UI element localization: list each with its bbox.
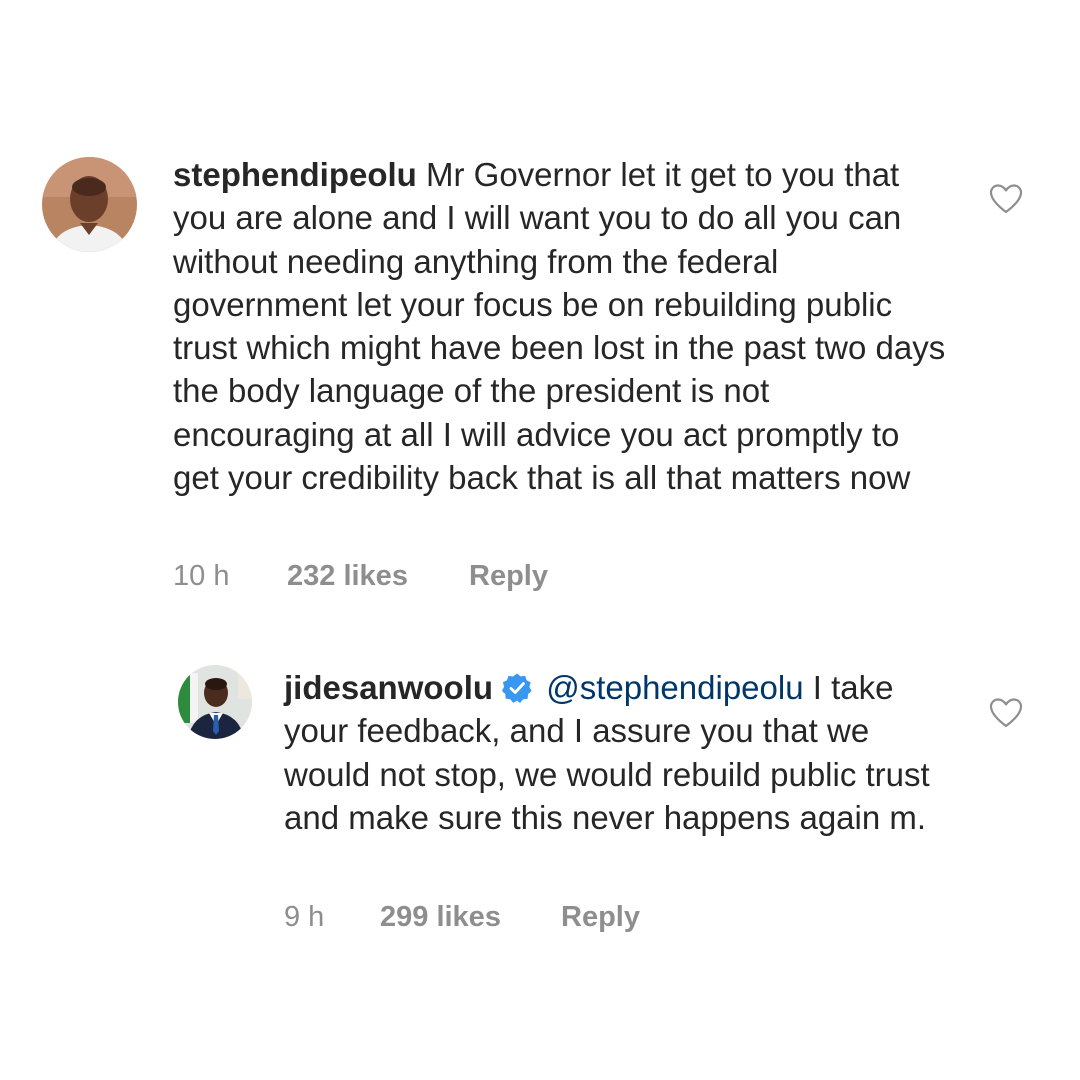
profile-photo-icon — [178, 665, 252, 739]
verified-badge-icon — [502, 673, 532, 703]
reply-button[interactable]: Reply — [469, 560, 548, 593]
username[interactable]: jidesanwoolu — [284, 669, 493, 706]
comment-stephendipeolu: stephendipeolu Mr Governor let it get to… — [0, 0, 1080, 620]
comment-jidesanwoolu: jidesanwoolu @stephendipeolu I take your… — [0, 640, 1080, 960]
timestamp: 10 h — [173, 560, 230, 592]
username[interactable]: stephendipeolu — [173, 156, 417, 193]
likes-count[interactable]: 299 likes — [380, 901, 501, 934]
profile-photo-icon — [42, 157, 137, 252]
reply-button[interactable]: Reply — [561, 901, 640, 934]
mention-link[interactable]: @stephendipeolu — [546, 669, 803, 706]
avatar[interactable] — [42, 157, 137, 252]
comment-text: stephendipeolu Mr Governor let it get to… — [173, 153, 948, 499]
heart-outline-icon[interactable] — [989, 183, 1023, 215]
timestamp: 9 h — [284, 901, 325, 933]
heart-outline-icon[interactable] — [989, 697, 1023, 729]
comment-message: Mr Governor let it get to you that you a… — [173, 156, 946, 497]
comment-text: jidesanwoolu @stephendipeolu I take your… — [284, 666, 964, 839]
avatar[interactable] — [178, 665, 252, 739]
likes-count[interactable]: 232 likes — [287, 560, 408, 593]
